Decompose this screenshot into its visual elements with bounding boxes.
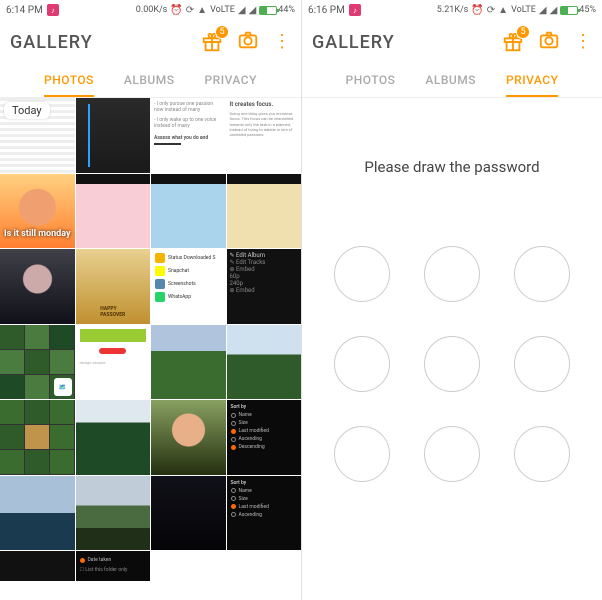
thumb[interactable]	[151, 551, 226, 581]
app-bar: GALLERY 5 ⋮	[302, 20, 602, 64]
pattern-dot[interactable]	[514, 426, 570, 482]
signal-icon-2: ◢	[550, 5, 558, 16]
volte-label: VoLTE	[210, 5, 235, 15]
thumb[interactable]	[0, 249, 75, 324]
pattern-dot[interactable]	[514, 336, 570, 392]
camera-icon[interactable]	[237, 29, 259, 55]
signal-icon: ◢	[238, 5, 246, 16]
alarm-icon: ⏰	[471, 5, 483, 16]
thumb[interactable]	[151, 174, 226, 249]
music-app-icon: ♪	[47, 4, 59, 16]
tab-privacy[interactable]: PRIVACY	[205, 64, 257, 97]
status-time: 6:14 PM	[6, 5, 43, 16]
pattern-dot[interactable]	[514, 246, 570, 302]
app-title: GALLERY	[312, 32, 395, 53]
privacy-content: Please draw the password	[302, 98, 602, 600]
tabs: PHOTOS ALBUMS PRIVACY	[302, 64, 602, 98]
sync-icon: ⟳	[186, 5, 194, 16]
net-speed: 0.00K/s	[136, 5, 168, 15]
pattern-dot[interactable]	[424, 336, 480, 392]
gift-icon[interactable]: 5	[502, 31, 524, 53]
alarm-icon: ⏰	[170, 5, 182, 16]
status-time: 6:16 PM	[308, 5, 345, 16]
thumb[interactable]	[227, 551, 302, 581]
gift-badge: 5	[215, 25, 229, 39]
status-bar: 6:14 PM ♪ 0.00K/s ⏰ ⟳ ▲ VoLTE ◢ ◢ 44%	[0, 0, 301, 20]
wifi-icon: ▲	[197, 5, 207, 16]
tabs: PHOTOS ALBUMS PRIVACY	[0, 64, 301, 98]
signal-icon: ◢	[539, 5, 547, 16]
gift-icon[interactable]: 5	[201, 31, 223, 53]
thumb[interactable]: ✎ Edit Album✎ Edit Tracks⊕ Embed60p240p⊕…	[227, 249, 302, 324]
pattern-dot[interactable]	[424, 426, 480, 482]
app-title: GALLERY	[10, 32, 93, 53]
tab-privacy[interactable]: PRIVACY	[506, 64, 558, 97]
date-overlay: Today	[4, 102, 50, 119]
pattern-dot[interactable]	[334, 426, 390, 482]
status-bar: 6:16 PM ♪ 5.21K/s ⏰ ⟳ ▲ VoLTE ◢ ◢ 45%	[302, 0, 602, 20]
battery-indicator: 45%	[560, 5, 596, 15]
thumb[interactable]	[0, 551, 75, 581]
thumb[interactable]	[0, 476, 75, 551]
pattern-lock[interactable]	[334, 246, 570, 482]
phone-left: 6:14 PM ♪ 0.00K/s ⏰ ⟳ ▲ VoLTE ◢ ◢ 44% GA…	[0, 0, 301, 600]
photos-content: Today - I only pursue one passion now in…	[0, 98, 301, 600]
thumb[interactable]	[76, 98, 151, 173]
thumb[interactable]	[151, 325, 226, 400]
overflow-icon[interactable]: ⋮	[273, 33, 291, 51]
tab-albums[interactable]: ALBUMS	[124, 64, 175, 97]
thumb[interactable]: Status Downloaded S Snapchat Screenshots…	[151, 249, 226, 324]
tab-photos[interactable]: PHOTOS	[44, 64, 94, 97]
thumb[interactable]: Date taken ☐ List this folder only	[76, 551, 151, 581]
thumb[interactable]	[76, 174, 151, 249]
net-speed: 5.21K/s	[437, 5, 469, 15]
thumb[interactable]	[227, 325, 302, 400]
thumb[interactable]: Is it still monday	[0, 174, 75, 249]
thumb[interactable]	[76, 476, 151, 551]
thumb[interactable]	[227, 174, 302, 249]
signal-icon-2: ◢	[249, 5, 257, 16]
wifi-icon: ▲	[498, 5, 508, 16]
phone-right: 6:16 PM ♪ 5.21K/s ⏰ ⟳ ▲ VoLTE ◢ ◢ 45% GA…	[301, 0, 602, 600]
thumb[interactable]	[151, 476, 226, 551]
thumb[interactable]	[151, 400, 226, 475]
thumb[interactable]	[0, 400, 75, 475]
app-bar: GALLERY 5 ⋮	[0, 20, 301, 64]
pattern-dot[interactable]	[334, 246, 390, 302]
tab-albums[interactable]: ALBUMS	[425, 64, 476, 97]
music-app-icon: ♪	[349, 4, 361, 16]
tab-photos[interactable]: PHOTOS	[346, 64, 396, 97]
thumb[interactable]: design sample	[76, 325, 151, 400]
thumb[interactable]: 🗺️	[0, 325, 75, 400]
volte-label: VoLTE	[511, 5, 536, 15]
sync-icon: ⟳	[487, 5, 495, 16]
pattern-dot[interactable]	[424, 246, 480, 302]
privacy-message: Please draw the password	[364, 158, 539, 176]
thumb[interactable]: Sort by Name Size Last modified Ascendin…	[227, 400, 302, 475]
thumb[interactable]: HAPPYPASSOVER	[76, 249, 151, 324]
photo-grid[interactable]: - I only pursue one passion now instead …	[0, 98, 301, 581]
battery-indicator: 44%	[259, 5, 295, 15]
thumb[interactable]: Sort by Name Size Last modified Ascendin…	[227, 476, 302, 551]
thumb[interactable]: - I only pursue one passion now instead …	[151, 98, 226, 173]
camera-icon[interactable]	[538, 29, 560, 55]
overflow-icon[interactable]: ⋮	[574, 33, 592, 51]
gift-badge: 5	[516, 25, 530, 39]
pattern-dot[interactable]	[334, 336, 390, 392]
thumb[interactable]	[76, 400, 151, 475]
thumb[interactable]: It creates focus.Doing one thing gives y…	[227, 98, 302, 173]
